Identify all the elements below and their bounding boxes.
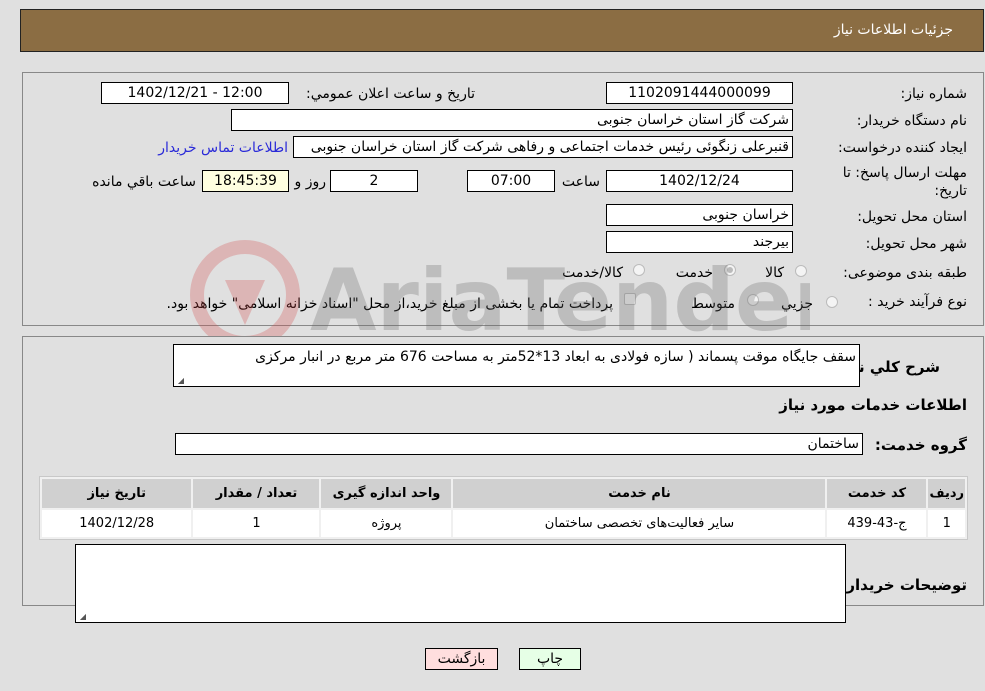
- remaining-time-field: 18:45:39: [202, 170, 289, 192]
- deadline-date-field: 1402/12/24: [606, 170, 793, 192]
- city-field: بیرجند: [606, 231, 793, 253]
- treasury-checkbox[interactable]: [624, 293, 636, 305]
- column-header-unit: واحد اندازه گیری: [321, 479, 452, 508]
- buyer-org-field: شرکت گاز استان خراسان جنوبی: [231, 109, 793, 131]
- category-option-goods-service: کالا/خدمت: [562, 265, 623, 281]
- service-group-field: ساختمان: [175, 433, 863, 455]
- cell-need-date: 1402/12/28: [42, 510, 192, 537]
- deadline-time-label: ساعت: [561, 174, 600, 190]
- column-header-service-name: نام خدمت: [453, 479, 826, 508]
- column-header-service-code: کد خدمت: [827, 479, 927, 508]
- services-table: ردیف کد خدمت نام خدمت واحد اندازه گیری ت…: [39, 476, 968, 540]
- resize-grip-icon[interactable]: ◢: [78, 613, 86, 621]
- column-header-quantity: تعداد / مقدار: [193, 479, 320, 508]
- services-section-title: اطلاعات خدمات مورد نیاز: [779, 396, 967, 414]
- requester-field: قنبرعلی زنگوئی رئیس خدمات اجتماعی و رفاه…: [293, 136, 793, 158]
- resize-grip-icon[interactable]: ◢: [176, 377, 184, 385]
- requester-label: ایجاد کننده درخواست:: [838, 140, 967, 156]
- description-text: سقف جایگاه موقت پسماند ( سازه فولادی به …: [255, 349, 856, 365]
- print-button[interactable]: چاپ: [519, 648, 581, 670]
- column-header-row-number: ردیف: [928, 479, 965, 508]
- province-field: خراسان جنوبی: [606, 204, 793, 226]
- cell-quantity: 1: [193, 510, 320, 537]
- buyer-org-label: نام دستگاه خریدار:: [856, 113, 967, 129]
- category-radio-service[interactable]: [724, 264, 736, 276]
- need-number-label: شماره نیاز:: [900, 86, 968, 102]
- process-option-medium: متوسط: [691, 296, 735, 312]
- remaining-days-field: 2: [330, 170, 418, 192]
- category-radio-goods-service[interactable]: [633, 264, 645, 276]
- process-radio-minor[interactable]: [826, 296, 838, 308]
- cell-unit: پروژه: [321, 510, 452, 537]
- category-label: طبقه بندی موضوعی:: [843, 265, 967, 281]
- category-option-goods: کالا: [765, 265, 784, 281]
- cell-service-name: سایر فعالیت‌های تخصصی ساختمان: [453, 510, 826, 537]
- table-row: 1 ج-43-439 سایر فعالیت‌های تخصصی ساختمان…: [42, 510, 965, 537]
- cell-row-number: 1: [928, 510, 965, 537]
- service-group-label: گروه خدمت:: [874, 436, 967, 454]
- need-number-field: 1102091444000099: [606, 82, 793, 104]
- category-radio-goods[interactable]: [795, 265, 807, 277]
- buyer-contact-link[interactable]: اطلاعات تماس خریدار: [158, 140, 288, 156]
- column-header-need-date: تاریخ نیاز: [42, 479, 192, 508]
- page-header: جزئیات اطلاعات نیاز: [20, 9, 984, 52]
- process-option-minor: جزيي: [781, 296, 813, 312]
- buyer-notes-textarea[interactable]: ◢: [75, 544, 846, 623]
- back-button[interactable]: بازگشت: [425, 648, 498, 670]
- remaining-label: ساعت باقي مانده: [92, 174, 196, 190]
- province-label: استان محل تحویل:: [857, 209, 967, 225]
- deadline-label-line1: مهلت ارسال پاسخ: تا: [842, 165, 967, 181]
- city-label: شهر محل تحویل:: [865, 236, 967, 252]
- description-textarea[interactable]: سقف جایگاه موقت پسماند ( سازه فولادی به …: [173, 344, 860, 387]
- purchase-process-label: نوع فرآیند خرید :: [868, 294, 967, 310]
- process-radio-medium[interactable]: [747, 294, 759, 306]
- table-header-row: ردیف کد خدمت نام خدمت واحد اندازه گیری ت…: [42, 479, 965, 508]
- days-label: روز و: [294, 174, 327, 190]
- page-title: جزئیات اطلاعات نیاز: [833, 22, 953, 38]
- announce-datetime-field: 1402/12/21 - 12:00: [101, 82, 289, 104]
- announce-datetime-label: تاریخ و ساعت اعلان عمومي:: [306, 86, 475, 102]
- category-option-service: خدمت: [675, 265, 713, 281]
- cell-service-code: ج-43-439: [827, 510, 927, 537]
- buyer-notes-label: توضیحات خریدار:: [840, 576, 967, 594]
- treasury-note: پرداخت تمام یا بخشی از مبلغ خرید،از محل …: [166, 296, 613, 312]
- deadline-time-field: 07:00: [467, 170, 555, 192]
- deadline-label-line2: تاریخ:: [934, 183, 967, 199]
